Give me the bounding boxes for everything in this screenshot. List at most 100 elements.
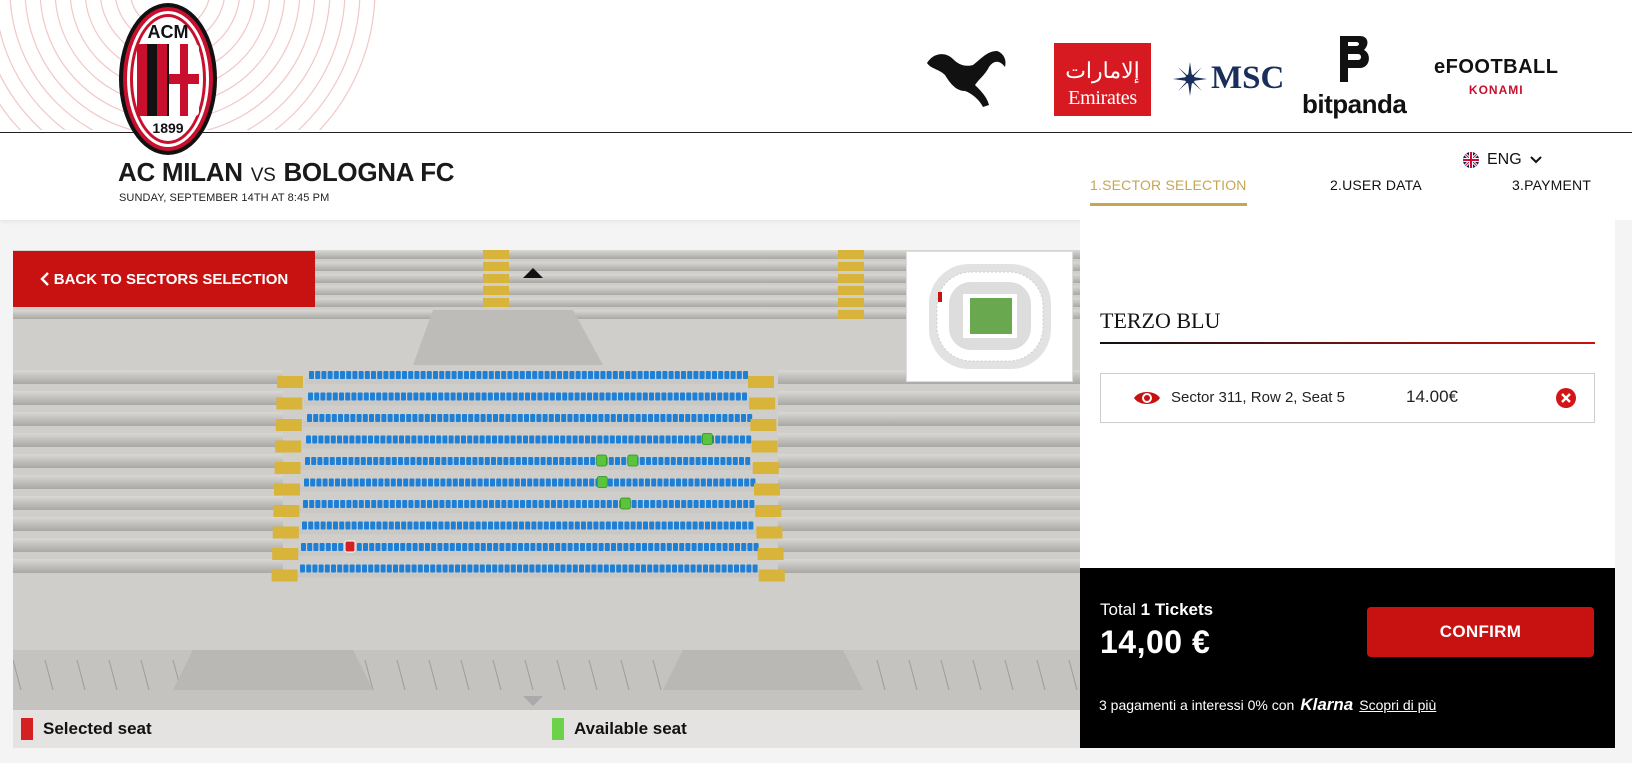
seat[interactable] — [666, 414, 672, 422]
seat[interactable] — [439, 371, 445, 379]
seat[interactable] — [541, 435, 547, 444]
seat[interactable] — [516, 435, 522, 444]
seat[interactable] — [580, 392, 586, 401]
seat[interactable] — [532, 371, 538, 379]
seat[interactable] — [715, 564, 721, 573]
seat[interactable] — [303, 500, 308, 508]
seat[interactable] — [731, 478, 737, 487]
seat[interactable] — [710, 414, 715, 422]
seat[interactable] — [401, 392, 406, 401]
seat[interactable] — [699, 371, 705, 379]
seat[interactable] — [641, 414, 647, 422]
seat[interactable] — [324, 435, 330, 444]
seat[interactable] — [311, 457, 317, 465]
seat[interactable] — [426, 371, 432, 379]
seat[interactable] — [471, 478, 477, 487]
seat[interactable] — [453, 457, 459, 465]
seat[interactable] — [365, 500, 370, 508]
seat[interactable] — [736, 371, 742, 379]
seat[interactable] — [514, 478, 520, 487]
seat[interactable] — [714, 457, 720, 465]
seat[interactable] — [419, 521, 425, 530]
seat[interactable] — [495, 500, 501, 508]
seat[interactable] — [593, 521, 599, 530]
seat[interactable] — [493, 414, 498, 422]
seat[interactable] — [564, 478, 570, 487]
seat[interactable] — [304, 478, 309, 487]
seat[interactable] — [356, 414, 362, 422]
seat[interactable] — [660, 414, 666, 422]
seat[interactable] — [519, 521, 524, 530]
seat[interactable] — [302, 521, 307, 530]
seat[interactable] — [707, 478, 712, 487]
seat[interactable] — [307, 414, 312, 422]
seat[interactable] — [433, 371, 438, 379]
seat[interactable] — [568, 392, 574, 401]
seat[interactable] — [743, 500, 749, 508]
seat[interactable] — [482, 371, 488, 379]
seat[interactable] — [696, 564, 702, 573]
seat[interactable] — [387, 543, 393, 551]
seat[interactable] — [586, 543, 592, 551]
seat[interactable] — [314, 392, 320, 401]
seat[interactable] — [354, 457, 360, 465]
seat[interactable] — [446, 478, 452, 487]
seat[interactable] — [362, 414, 368, 422]
seat[interactable] — [542, 414, 548, 422]
seat[interactable] — [734, 564, 739, 573]
seat[interactable] — [443, 414, 449, 422]
seat[interactable] — [355, 435, 361, 444]
seat[interactable] — [351, 392, 357, 401]
seat[interactable] — [611, 543, 616, 551]
seat[interactable] — [625, 371, 631, 379]
seat[interactable] — [562, 392, 568, 401]
seat[interactable] — [491, 457, 496, 465]
seat[interactable] — [523, 564, 529, 573]
seat[interactable] — [537, 392, 543, 401]
seat[interactable] — [581, 371, 587, 379]
seat[interactable] — [694, 478, 700, 487]
seat[interactable] — [312, 564, 318, 573]
seat[interactable] — [550, 371, 556, 379]
seat[interactable] — [425, 543, 430, 551]
seat[interactable] — [334, 500, 339, 508]
seat[interactable] — [687, 500, 693, 508]
seat[interactable] — [318, 564, 324, 573]
seat[interactable] — [361, 435, 367, 444]
seat[interactable] — [495, 371, 500, 379]
seat[interactable] — [444, 521, 450, 530]
seat[interactable] — [317, 457, 323, 465]
seat[interactable] — [664, 457, 670, 465]
seat[interactable] — [314, 521, 320, 530]
seat[interactable] — [677, 457, 682, 465]
seat[interactable] — [613, 500, 618, 508]
seat[interactable] — [544, 371, 550, 379]
seat[interactable] — [512, 392, 518, 401]
seat[interactable] — [360, 457, 366, 465]
seat[interactable] — [417, 564, 423, 573]
seat[interactable] — [542, 543, 548, 551]
seat[interactable] — [375, 543, 381, 551]
seat[interactable] — [308, 392, 313, 401]
seat[interactable] — [746, 564, 752, 573]
seat[interactable] — [635, 543, 641, 551]
seat[interactable] — [723, 392, 729, 401]
seat[interactable] — [369, 414, 374, 422]
seat[interactable] — [554, 435, 559, 444]
seat[interactable] — [507, 371, 513, 379]
seat[interactable] — [553, 457, 558, 465]
seat[interactable] — [557, 371, 562, 379]
seat[interactable] — [683, 457, 689, 465]
seat[interactable] — [312, 435, 318, 444]
seat[interactable] — [383, 371, 389, 379]
seat[interactable] — [587, 392, 592, 401]
seat[interactable] — [653, 564, 659, 573]
seat[interactable] — [689, 457, 695, 465]
seat[interactable] — [593, 392, 599, 401]
seat[interactable] — [594, 371, 600, 379]
seat[interactable] — [561, 543, 567, 551]
seat[interactable] — [403, 478, 409, 487]
seat[interactable] — [387, 414, 393, 422]
seat[interactable] — [600, 371, 606, 379]
remove-icon[interactable] — [1555, 387, 1577, 409]
